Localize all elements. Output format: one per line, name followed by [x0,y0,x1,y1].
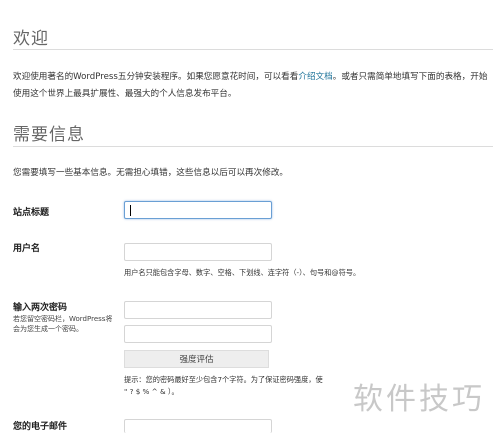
password-strength-indicator: 强度评估 [124,350,269,368]
welcome-divider [13,49,493,50]
password-strength-hint-line2: " ? $ % ^ & ）。 [124,387,179,396]
text-caret [130,205,131,216]
required-info-heading: 需要信息 [13,125,85,145]
welcome-intro-text: 欢迎使用著名的WordPress五分钟安装程序。如果您愿意花时间，可以看看介绍文… [13,69,495,103]
username-hint: 用户名只能包含字母、数字、空格、下划线、连字符（-）、句号和@符号。 [124,268,361,277]
site-title-input[interactable] [124,201,272,219]
email-label: 您的电子邮件 [13,422,68,432]
password-empty-hint: 若您留空密码栏，WordPress将会为您生成一个密码。 [13,315,113,333]
required-info-description: 您需要填写一些基本信息。无需担心填错，这些信息以后可以再次修改。 [13,168,289,178]
password-input-2[interactable] [124,325,272,343]
username-label: 用户名 [13,244,41,254]
welcome-heading: 欢迎 [13,29,49,49]
watermark-text: 软件技巧 [353,382,485,417]
password-input-1[interactable] [124,301,272,319]
email-input[interactable] [124,419,272,433]
password-label: 输入两次密码 [13,303,68,313]
password-strength-hint-line1: 提示：您的密码最好至少包含7个字符。为了保证密码强度，使 [124,375,323,384]
intro-docs-link[interactable]: 介绍文档 [298,72,332,82]
username-input[interactable] [124,243,272,261]
site-title-label: 站点标题 [13,208,50,218]
intro-text-before: 欢迎使用著名的WordPress五分钟安装程序。如果您愿意花时间，可以看看 [13,72,299,82]
required-info-divider [13,146,493,147]
wordpress-install-page: 欢迎 欢迎使用著名的WordPress五分钟安装程序。如果您愿意花时间，可以看看… [0,0,500,433]
